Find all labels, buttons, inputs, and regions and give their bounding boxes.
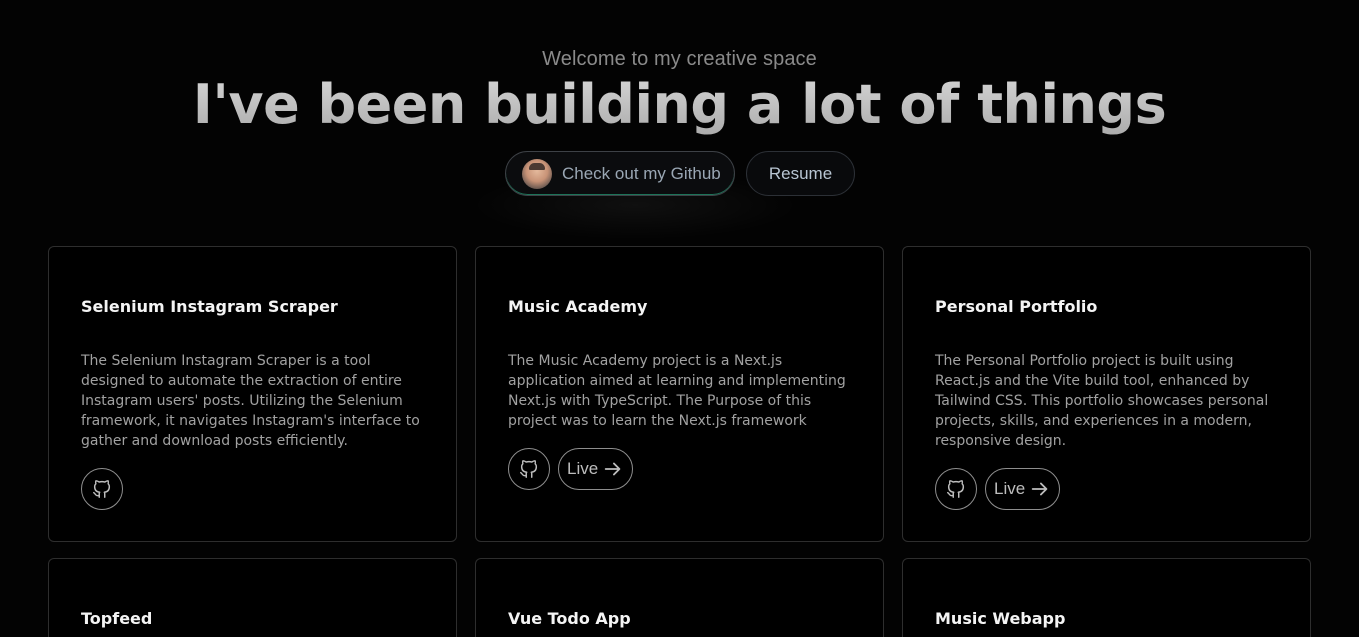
arrow-right-icon — [1031, 482, 1048, 496]
project-title: Music Webapp — [935, 609, 1066, 628]
project-title: Topfeed — [81, 609, 153, 628]
hero-subtitle: Welcome to my creative space — [542, 48, 817, 70]
project-card: Selenium Instagram Scraper The Selenium … — [48, 246, 457, 542]
project-title: Personal Portfolio — [935, 297, 1098, 316]
project-title: Vue Todo App — [508, 609, 631, 628]
github-link-button[interactable] — [81, 468, 123, 510]
resume-button[interactable]: Resume — [746, 151, 855, 196]
project-card: Music Academy The Music Academy project … — [475, 246, 884, 542]
project-title: Music Academy — [508, 297, 648, 316]
github-link-button[interactable] — [508, 448, 550, 490]
project-description: The Personal Portfolio project is built … — [935, 353, 1269, 449]
avatar — [522, 158, 552, 189]
project-card: Topfeed — [48, 558, 457, 637]
github-button[interactable]: Check out my Github — [505, 151, 735, 196]
project-description: The Music Academy project is a Next.js a… — [508, 353, 846, 429]
github-icon — [947, 480, 965, 498]
live-demo-button[interactable]: Live — [985, 468, 1061, 510]
project-title: Selenium Instagram Scraper — [81, 297, 338, 316]
live-demo-button[interactable]: Live — [558, 448, 634, 490]
hero-headline: I've been building a lot of things — [0, 70, 1359, 140]
github-link-button[interactable] — [935, 468, 977, 510]
arrow-right-icon — [604, 462, 621, 476]
github-icon — [520, 460, 538, 478]
github-icon — [93, 480, 111, 498]
project-actions — [81, 468, 123, 510]
project-description: The Selenium Instagram Scraper is a tool… — [81, 353, 420, 449]
project-actions: Live — [935, 468, 1061, 510]
github-button-label: Check out my Github — [562, 163, 721, 183]
live-label: Live — [567, 459, 599, 478]
project-card: Personal Portfolio The Personal Portfoli… — [902, 246, 1311, 542]
live-label: Live — [994, 479, 1026, 498]
project-actions: Live — [508, 448, 634, 490]
project-card: Music Webapp — [902, 558, 1311, 637]
page: Welcome to my creative space I've been b… — [0, 0, 1359, 637]
project-card: Vue Todo App — [475, 558, 884, 637]
